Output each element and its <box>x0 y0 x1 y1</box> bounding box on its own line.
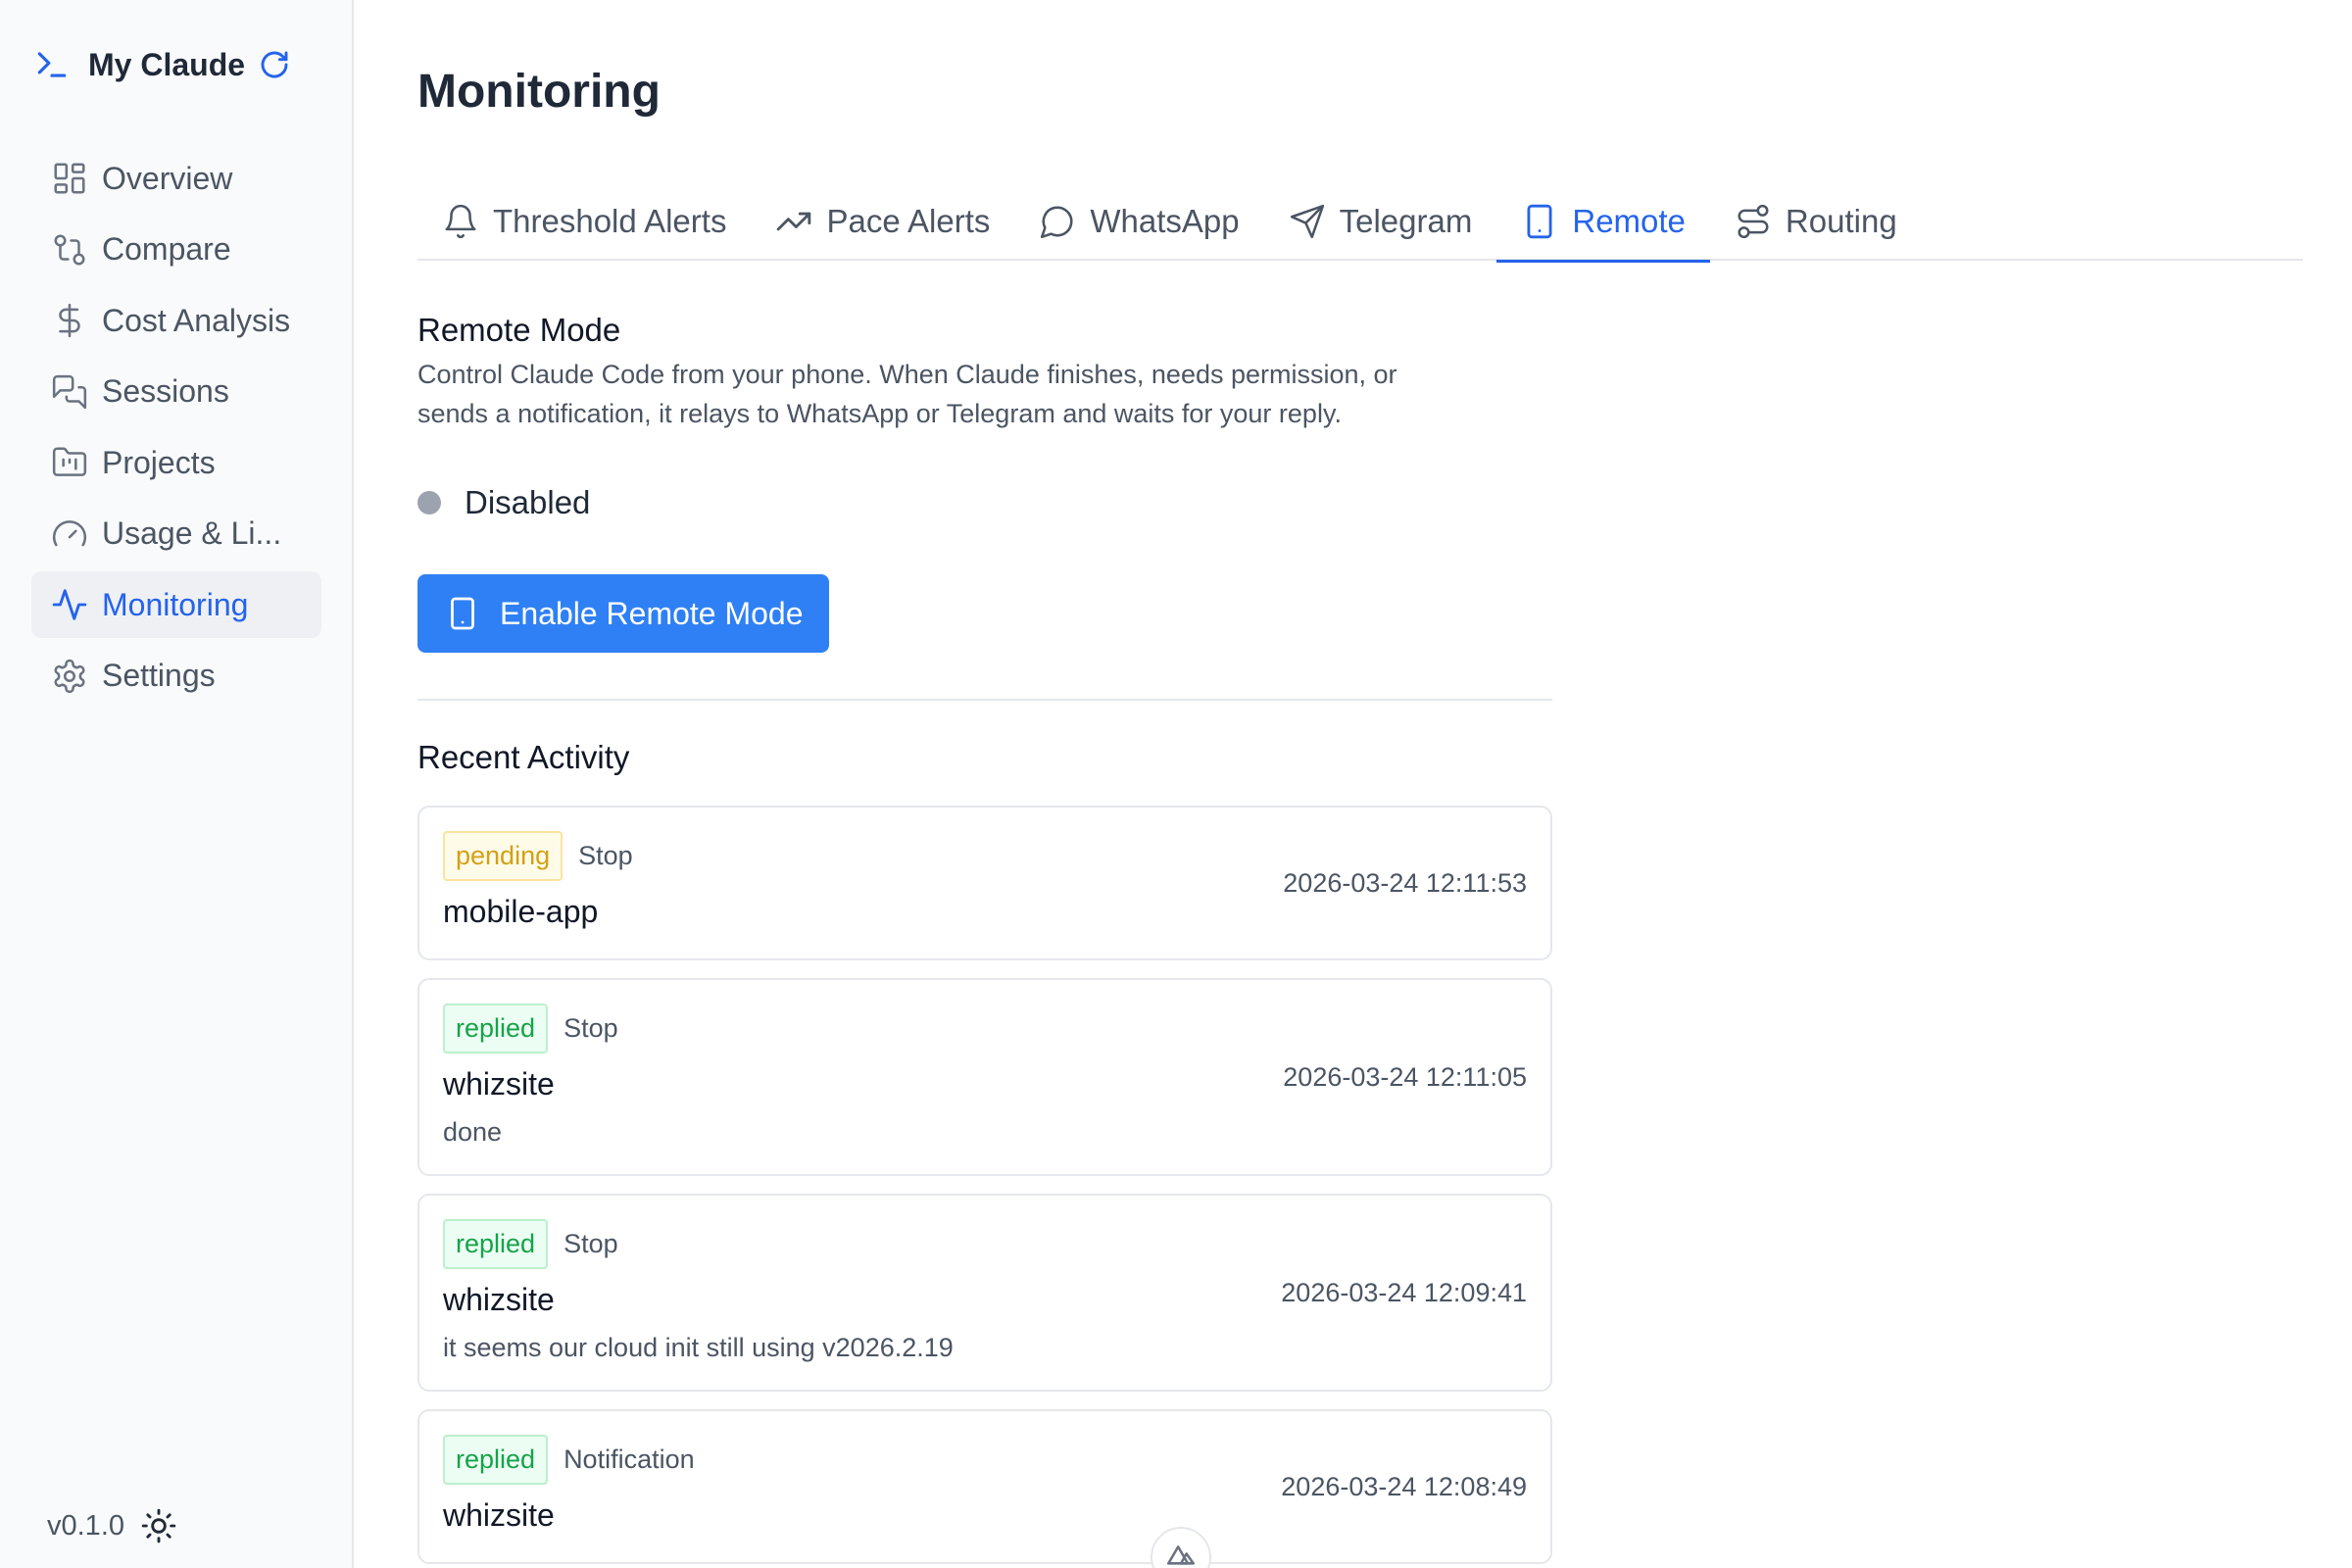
tab-remote[interactable]: Remote <box>1496 182 1710 263</box>
monitoring-tabs: Threshold Alerts Pace Alerts WhatsApp Te… <box>417 182 2303 263</box>
reply-message: done <box>443 1117 503 1147</box>
version-label: v0.1.0 <box>47 1509 124 1542</box>
timestamp: 2026-03-24 12:11:05 <box>1283 1062 1527 1092</box>
sidebar-item-label: Compare <box>102 231 231 267</box>
refresh-icon[interactable] <box>259 49 290 80</box>
sidebar-item-cost-analysis[interactable]: Cost Analysis <box>31 287 321 354</box>
tab-whatsapp[interactable]: WhatsApp <box>1014 182 1263 261</box>
sidebar-footer: v0.1.0 <box>47 1507 177 1544</box>
project-name: whizsite <box>443 1066 555 1102</box>
tab-label: Telegram <box>1339 203 1473 239</box>
activity-card-header: replied Notification <box>443 1435 695 1485</box>
timestamp: 2026-03-24 12:09:41 <box>1281 1278 1527 1307</box>
remote-status: Disabled <box>417 484 590 521</box>
sidebar-item-label: Overview <box>102 160 233 196</box>
button-label: Enable Remote Mode <box>500 595 804 631</box>
tab-routing[interactable]: Routing <box>1710 182 1922 261</box>
terminal-icon <box>37 52 67 77</box>
brand: My Claude <box>33 43 290 86</box>
activity-card[interactable]: replied Stop whizsite it seems our cloud… <box>417 1194 1552 1392</box>
sidebar-item-label: Projects <box>102 444 216 480</box>
sidebar-item-label: Settings <box>102 658 216 693</box>
sidebar-item-label: Cost Analysis <box>102 302 291 338</box>
sidebar: My Claude Overview Compare Cost Analysis… <box>0 0 354 1568</box>
status-text: Disabled <box>465 484 591 520</box>
activity-card-header: pending Stop <box>443 831 633 881</box>
activity-card-header: replied Stop <box>443 1219 618 1269</box>
sun-icon[interactable] <box>140 1507 177 1544</box>
tab-telegram[interactable]: Telegram <box>1264 182 1497 261</box>
recent-activity-title: Recent Activity <box>417 739 630 775</box>
status-badge: replied <box>443 1219 549 1269</box>
remote-mode-description: Control Claude Code from your phone. Whe… <box>417 355 1593 433</box>
status-badge: replied <box>443 1435 549 1485</box>
status-badge: replied <box>443 1004 549 1054</box>
description-line: Control Claude Code from your phone. Whe… <box>417 360 1397 389</box>
sidebar-nav: Overview Compare Cost Analysis Sessions … <box>31 145 321 713</box>
description-line: sends a notification, it relays to Whats… <box>417 399 1342 428</box>
smartphone-icon <box>451 597 474 630</box>
sidebar-item-label: Sessions <box>102 373 229 409</box>
activity-card[interactable]: replied Notification whizsite 2026-03-24… <box>417 1409 1552 1564</box>
tab-label: Remote <box>1572 203 1686 239</box>
activity-card-header: replied Stop <box>443 1004 618 1054</box>
sidebar-item-compare[interactable]: Compare <box>31 217 321 283</box>
project-name: whizsite <box>443 1282 555 1317</box>
sidebar-item-projects[interactable]: Projects <box>31 429 321 496</box>
tab-pace-alerts[interactable]: Pace Alerts <box>751 182 1014 261</box>
send-icon <box>1290 204 1324 239</box>
event-kind: Notification <box>564 1445 695 1474</box>
route-icon <box>1738 204 1769 239</box>
activity-card[interactable]: replied Stop whizsite done 2026-03-24 12… <box>417 978 1552 1176</box>
sidebar-item-monitoring[interactable]: Monitoring <box>31 571 321 638</box>
section-divider <box>417 699 1552 701</box>
tab-label: Routing <box>1785 203 1897 239</box>
project-name: mobile-app <box>443 894 599 929</box>
page-title: Monitoring <box>417 66 661 118</box>
event-kind: Stop <box>564 1013 618 1043</box>
gear-icon <box>54 659 85 693</box>
tab-label: Pace Alerts <box>826 203 991 239</box>
remote-mode-title: Remote Mode <box>417 312 621 348</box>
folder-kanban-icon <box>52 447 87 476</box>
grid-icon <box>54 163 85 194</box>
bell-icon <box>445 204 476 239</box>
message-circle-icon <box>1041 206 1073 239</box>
sidebar-item-label: Usage & Li... <box>102 515 282 551</box>
event-kind: Stop <box>578 841 633 870</box>
activity-card[interactable]: pending Stop mobile-app 2026-03-24 12:11… <box>417 806 1552 960</box>
timestamp: 2026-03-24 12:08:49 <box>1281 1472 1527 1501</box>
event-kind: Stop <box>564 1229 618 1258</box>
main-content: Monitoring Threshold Alerts Pace Alerts … <box>417 0 2303 1568</box>
smartphone-icon <box>1527 204 1552 239</box>
enable-remote-mode-button[interactable]: Enable Remote Mode <box>417 574 829 653</box>
tab-threshold-alerts[interactable]: Threshold Alerts <box>417 182 751 261</box>
activity-icon <box>52 589 87 620</box>
reply-message: it seems our cloud init still using v202… <box>443 1333 954 1362</box>
gauge-icon <box>52 519 87 546</box>
tab-label: WhatsApp <box>1090 203 1240 239</box>
app-name: My Claude <box>88 46 246 82</box>
project-name: whizsite <box>443 1497 555 1533</box>
sidebar-item-usage-limits[interactable]: Usage & Li... <box>31 501 321 567</box>
dollar-icon <box>59 303 80 338</box>
sidebar-item-sessions[interactable]: Sessions <box>31 359 321 425</box>
nuxt-logo-icon <box>1166 1545 1196 1565</box>
sidebar-item-settings[interactable]: Settings <box>31 643 321 710</box>
trending-up-icon <box>777 212 811 231</box>
tab-label: Threshold Alerts <box>493 203 727 239</box>
chat-bubbles-icon <box>52 374 87 409</box>
sidebar-item-label: Monitoring <box>102 586 249 622</box>
sidebar-item-overview[interactable]: Overview <box>31 145 321 212</box>
status-dot <box>417 491 441 514</box>
timestamp: 2026-03-24 12:11:53 <box>1283 868 1527 898</box>
git-compare-icon <box>54 233 85 266</box>
status-badge: pending <box>443 831 564 881</box>
